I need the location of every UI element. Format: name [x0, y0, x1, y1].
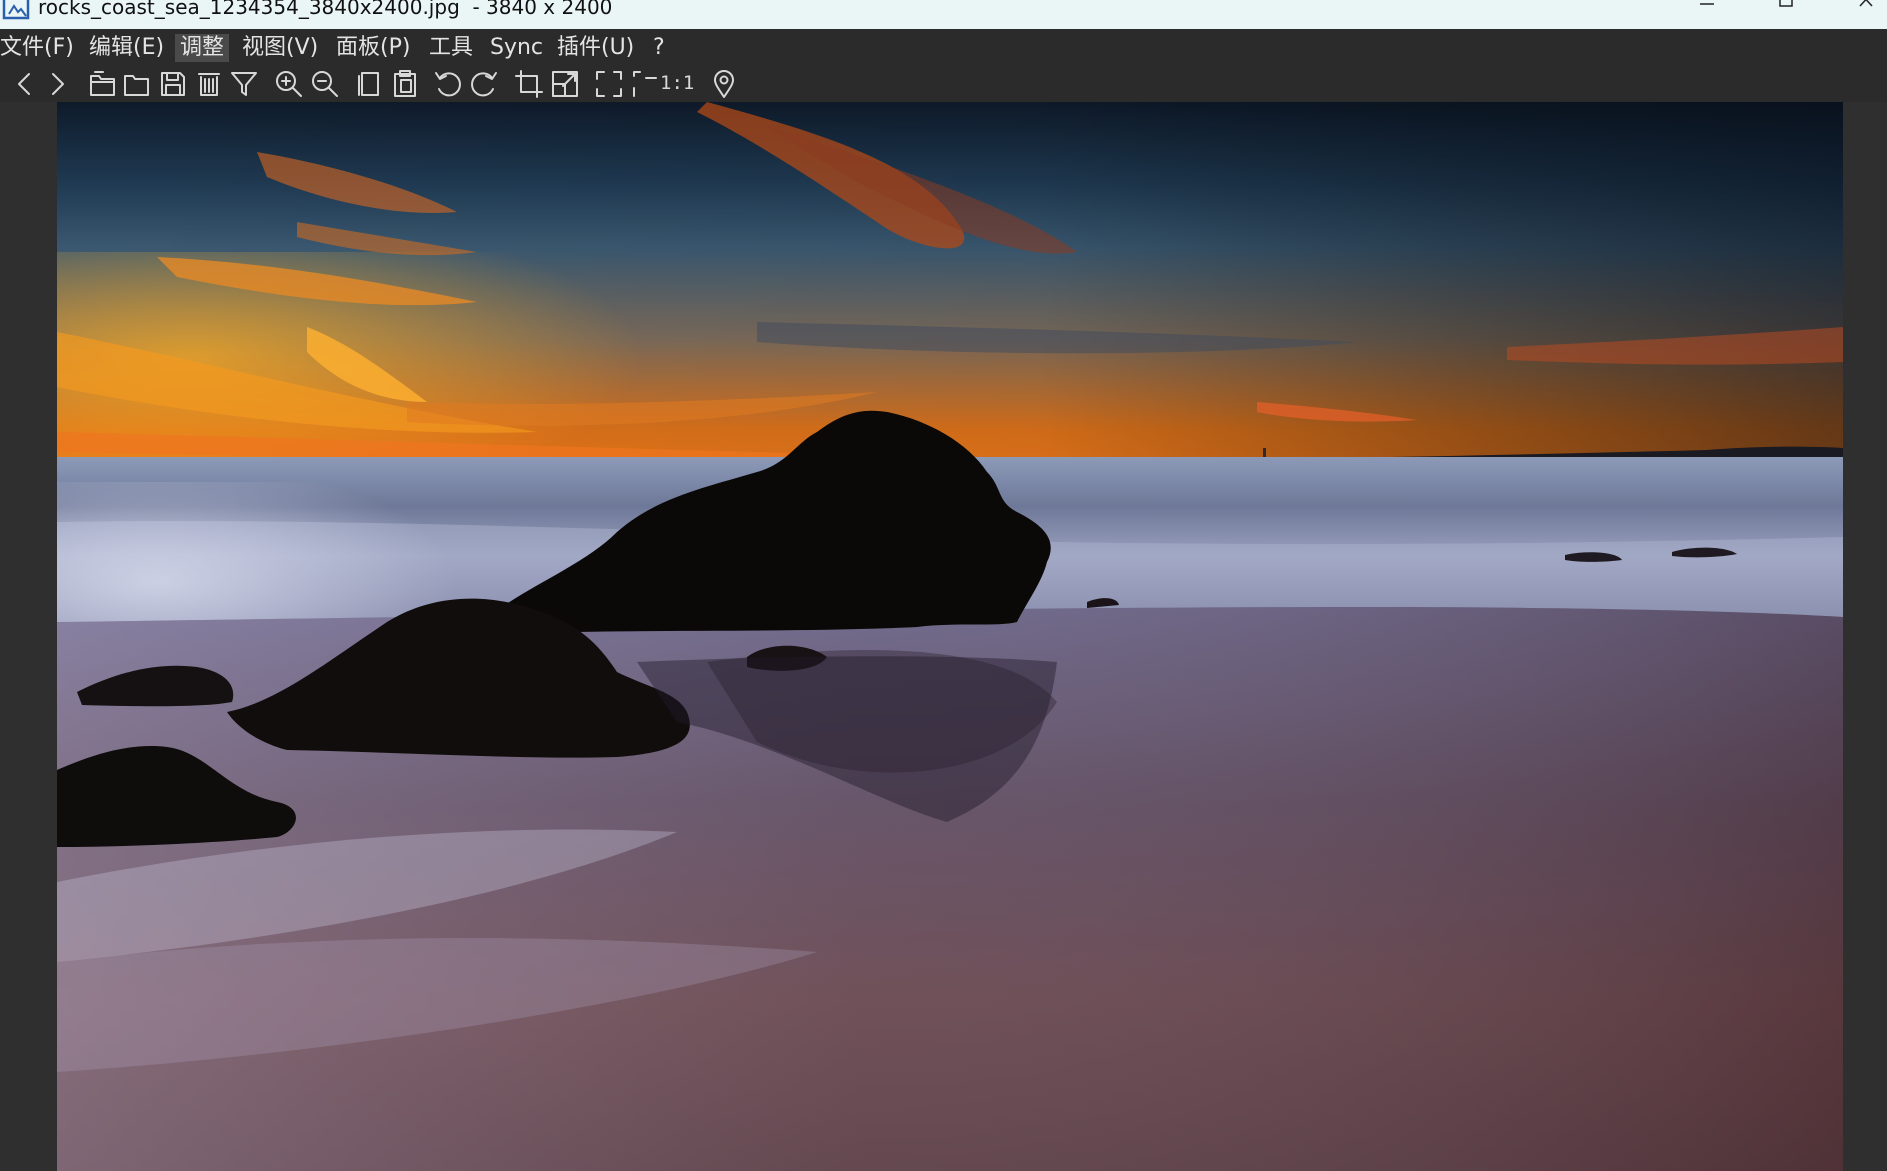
copy-icon — [358, 72, 379, 96]
paste-button[interactable] — [389, 68, 421, 100]
menu-view[interactable]: 视图(V) — [237, 34, 323, 62]
fit-window-icon — [596, 71, 622, 97]
browse-folder-button[interactable] — [121, 68, 153, 100]
minimize-icon — [1700, 3, 1714, 5]
zoom-in-button[interactable] — [273, 68, 305, 100]
previous-icon — [18, 73, 30, 95]
delete-button[interactable] — [193, 68, 225, 100]
delete-icon — [198, 73, 220, 96]
crop-icon — [515, 70, 543, 98]
open-folder-icon — [90, 71, 115, 96]
close-icon — [1859, 0, 1873, 7]
menu-sync[interactable]: Sync — [485, 34, 548, 62]
menu-edit[interactable]: 编辑(E) — [84, 34, 169, 62]
maximize-icon — [1779, 0, 1793, 7]
minimize-button[interactable] — [1687, 0, 1727, 20]
menu-tools[interactable]: 工具 — [424, 34, 478, 62]
app-icon — [2, 0, 32, 20]
fit-width-icon — [633, 71, 657, 97]
title-bar[interactable]: rocks_coast_sea_1234354_3840x2400.jpg - … — [0, 0, 1887, 29]
photo-canvas — [57, 102, 1843, 1171]
maximize-button[interactable] — [1766, 0, 1806, 20]
sunset-rocks-photo — [57, 102, 1843, 1171]
zoom-in-icon — [276, 71, 302, 97]
paste-icon — [394, 70, 416, 97]
previous-button[interactable] — [8, 68, 40, 100]
image-viewport[interactable] — [0, 102, 1887, 1171]
window-title: rocks_coast_sea_1234354_3840x2400.jpg - … — [38, 0, 613, 19]
open-folder-button[interactable] — [87, 68, 119, 100]
menu-file[interactable]: 文件(F) — [0, 34, 79, 62]
browse-folder-icon — [124, 75, 149, 96]
rotate-right-icon — [471, 72, 497, 97]
location-button[interactable] — [708, 68, 740, 100]
menu-plugins[interactable]: 插件(U) — [552, 34, 639, 62]
menu-panel[interactable]: 面板(P) — [331, 34, 415, 62]
crop-button[interactable] — [513, 68, 545, 100]
image-viewer-window: rocks_coast_sea_1234354_3840x2400.jpg - … — [0, 0, 1887, 1171]
filter-icon — [231, 72, 257, 96]
rotate-left-button[interactable] — [432, 68, 464, 100]
rotate-right-button[interactable] — [468, 68, 500, 100]
toolbar: 1:1 — [0, 64, 1887, 102]
filter-button[interactable] — [228, 68, 260, 100]
save-icon — [161, 72, 185, 96]
fit-window-button[interactable] — [593, 68, 625, 100]
next-button[interactable] — [42, 68, 74, 100]
save-button[interactable] — [157, 68, 189, 100]
resize-button[interactable] — [549, 68, 581, 100]
copy-button[interactable] — [353, 68, 385, 100]
location-pin-icon — [714, 70, 734, 98]
actual-size-button[interactable]: 1:1 — [660, 69, 694, 97]
menu-bar: 文件(F) 编辑(E) 调整 视图(V) 面板(P) 工具 Sync 插件(U)… — [0, 29, 1887, 64]
menu-adjust[interactable]: 调整 — [175, 34, 230, 62]
zoom-out-icon — [312, 71, 338, 97]
resize-icon — [552, 71, 578, 97]
next-icon — [52, 73, 64, 95]
rotate-left-icon — [435, 72, 461, 97]
zoom-out-button[interactable] — [309, 68, 341, 100]
fit-width-button[interactable] — [628, 68, 660, 100]
menu-help[interactable]: ? — [648, 34, 670, 62]
close-button[interactable] — [1846, 0, 1886, 20]
